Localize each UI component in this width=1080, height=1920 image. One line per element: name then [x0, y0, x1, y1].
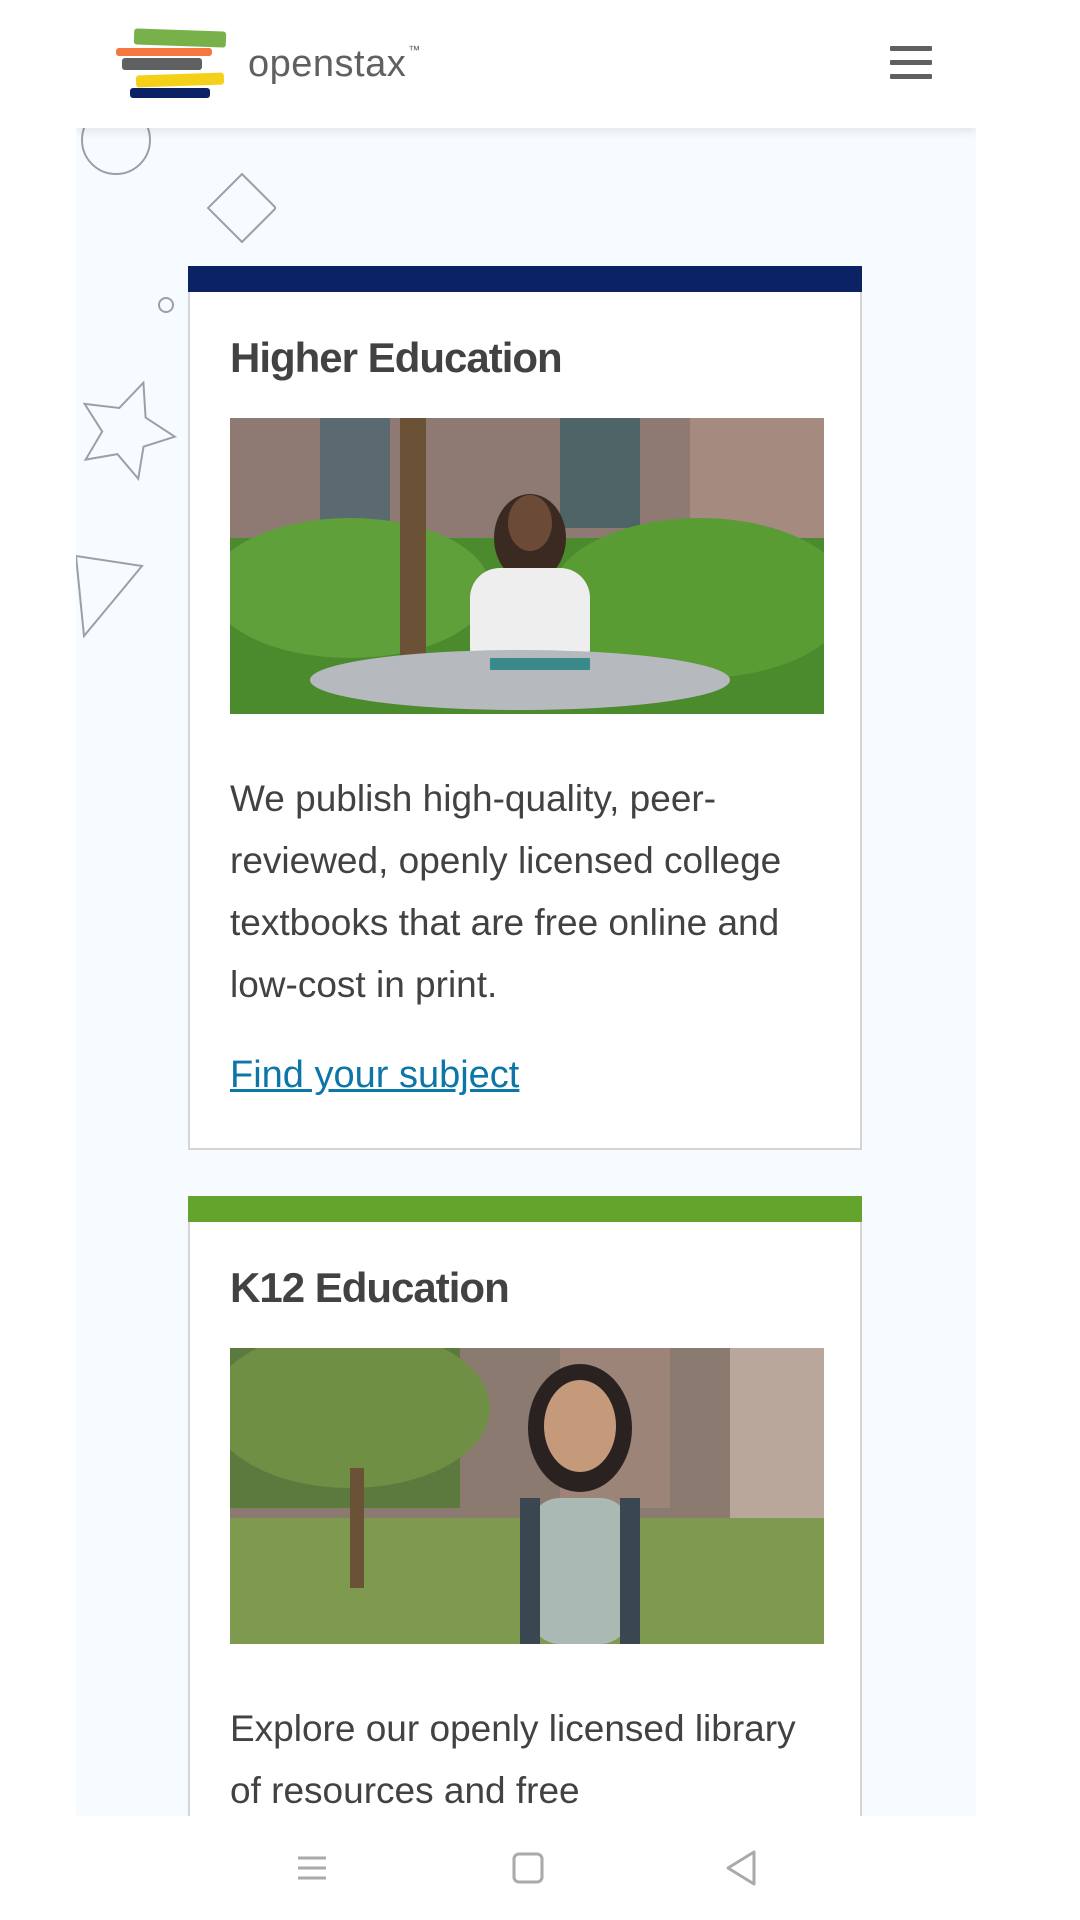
logo-books-icon: [114, 26, 234, 102]
page: openstax ™ Higher Education We publish h…: [0, 0, 1080, 1920]
hamburger-menu-icon[interactable]: [890, 44, 934, 82]
web-viewport[interactable]: openstax ™ Higher Education We publish h…: [76, 0, 976, 1816]
openstax-logo[interactable]: openstax ™: [114, 26, 421, 102]
triangle-shape: [76, 554, 144, 639]
diamond-shape: [206, 172, 276, 244]
photo-student-at-table: [230, 418, 824, 714]
higher-education-card: Higher Education We publish high-quality…: [188, 266, 862, 1150]
card-accent-bar: [188, 266, 862, 292]
back-icon[interactable]: [716, 1842, 768, 1894]
card-title: K12 Education: [230, 1264, 510, 1311]
system-navigation-bar: [0, 1816, 1080, 1920]
k12-education-card: K12 Education Explore our openly license…: [188, 1196, 862, 1816]
find-your-subject-link[interactable]: Find your subject: [230, 1054, 519, 1097]
site-header: openstax ™: [76, 0, 976, 128]
small-circle-shape: [158, 297, 174, 313]
card-accent-bar: [188, 1196, 862, 1222]
photo-student-with-backpack: [230, 1348, 824, 1644]
card-title: Higher Education: [230, 334, 563, 381]
logo-wordmark: openstax ™: [248, 42, 421, 85]
card-description: Explore our openly licensed library of r…: [230, 1708, 796, 1811]
recents-icon[interactable]: [286, 1842, 338, 1894]
star-shape: [82, 380, 178, 482]
card-description: We publish high-quality, peer-reviewed, …: [230, 778, 782, 1005]
logo-text: openstax: [248, 42, 407, 85]
home-icon[interactable]: [502, 1842, 554, 1894]
